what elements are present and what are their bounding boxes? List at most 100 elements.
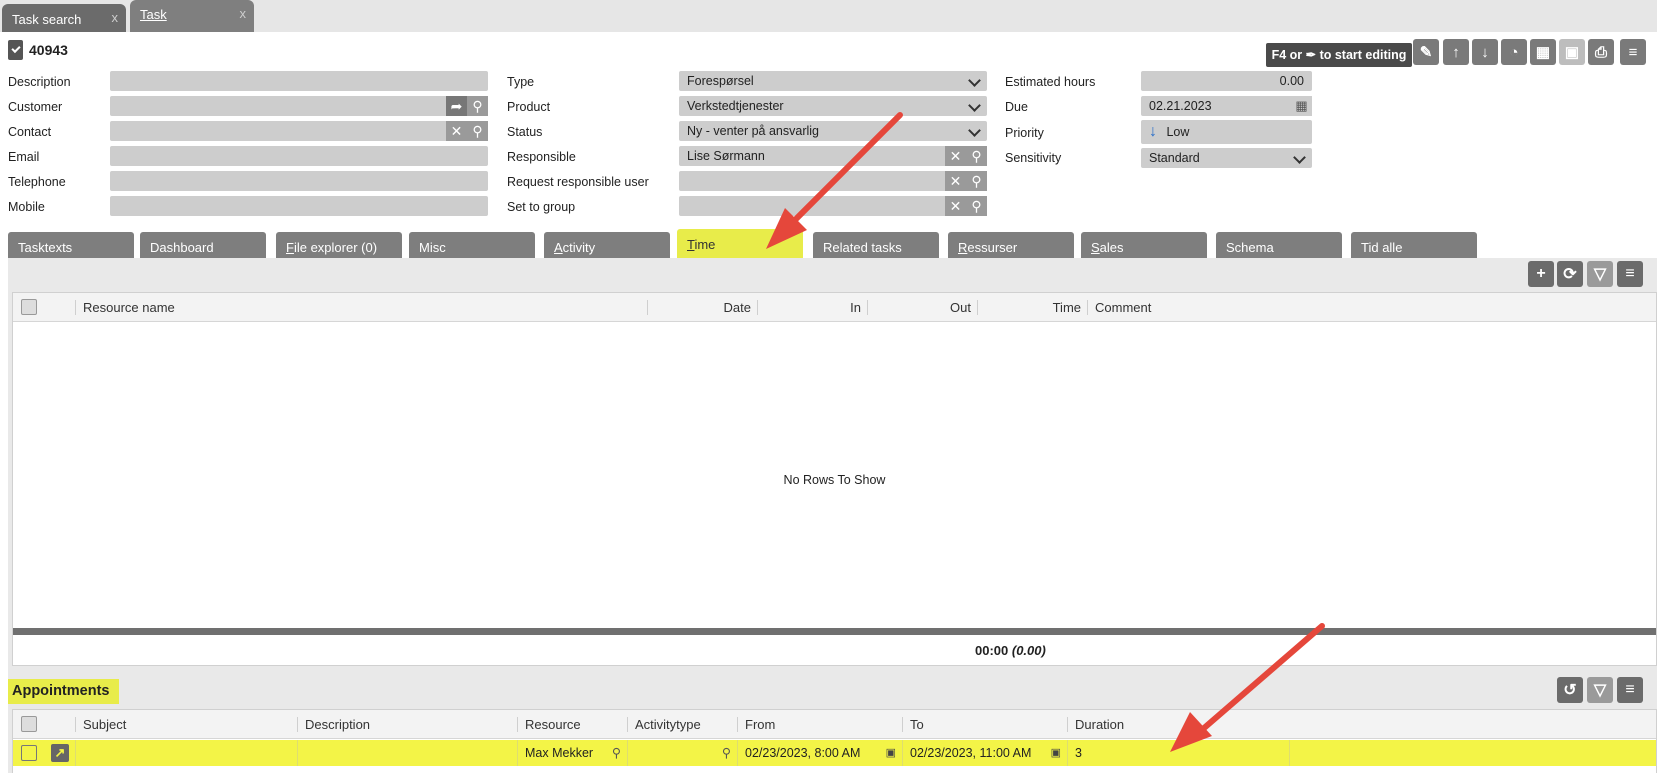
customer-label: Customer [8, 100, 63, 114]
search-icon[interactable]: ⚲ [612, 740, 621, 766]
calendar-icon[interactable]: ▣ [1051, 740, 1061, 766]
customer-field[interactable]: ➦ ⚲ [110, 96, 488, 116]
tab-schema[interactable]: Schema [1216, 232, 1342, 258]
column-separator [737, 740, 738, 766]
calendar-icon[interactable]: ▣ [886, 740, 896, 766]
column-header-out[interactable]: Out [869, 293, 977, 322]
column-header-resource[interactable]: Resource [519, 710, 627, 739]
contact-label: Contact [8, 125, 52, 139]
tab-dashboard[interactable]: Dashboard [140, 232, 266, 258]
priority-field[interactable]: ↓ Low [1141, 120, 1312, 144]
save-icon[interactable]: ▣ [1559, 39, 1585, 65]
contact-field[interactable]: ✕ ⚲ [110, 121, 488, 141]
email-field[interactable] [110, 146, 488, 166]
tab-label: Tasktexts [18, 240, 73, 255]
tab-label: ime [694, 237, 716, 252]
search-icon[interactable]: ⚲ [467, 96, 488, 116]
tab-label: Dashboard [150, 240, 214, 255]
calendar-icon[interactable]: ▦ [1291, 96, 1312, 116]
open-link-icon[interactable]: ➦ [446, 96, 467, 116]
cell-from[interactable]: 02/23/2023, 8:00 AM ▣ [739, 740, 902, 766]
close-icon[interactable]: x [240, 6, 247, 21]
request-responsible-field[interactable]: ✕ ⚲ [679, 171, 987, 191]
cell-activitytype[interactable]: ⚲ [629, 740, 737, 766]
column-header-time[interactable]: Time [979, 293, 1087, 322]
edit-icon[interactable]: ✎ [1413, 39, 1439, 65]
column-header-comment[interactable]: Comment [1089, 293, 1289, 322]
window-tab-task-search[interactable]: Task search x [2, 4, 126, 32]
select-all-checkbox[interactable] [21, 716, 37, 732]
tab-related-tasks[interactable]: Related tasks [813, 232, 939, 258]
clear-icon[interactable]: ✕ [945, 171, 966, 191]
product-select[interactable]: Verkstedtjenester [679, 96, 987, 116]
menu-icon[interactable]: ≡ [1617, 261, 1643, 287]
open-row-icon[interactable]: ↗ [51, 744, 69, 762]
arrow-down-icon[interactable]: ↓ [1472, 39, 1498, 65]
task-header: 40943 [8, 40, 68, 60]
due-field[interactable]: 02.21.2023 ▦ [1141, 96, 1312, 116]
print-icon[interactable]: ⎙ [1588, 39, 1614, 65]
column-header-to[interactable]: To [904, 710, 1067, 739]
column-separator [297, 717, 298, 732]
set-to-group-field[interactable]: ✕ ⚲ [679, 196, 987, 216]
tab-tid-alle[interactable]: Tid alle [1351, 232, 1477, 258]
clear-icon[interactable]: ✕ [945, 146, 966, 166]
search-icon[interactable]: ⚲ [966, 146, 987, 166]
menu-icon[interactable]: ≡ [1620, 39, 1646, 65]
search-icon[interactable]: ⚲ [467, 121, 488, 141]
refresh-icon[interactable]: ⟳ [1557, 261, 1583, 287]
column-separator [737, 717, 738, 732]
column-header-description[interactable]: Description [299, 710, 517, 739]
add-icon[interactable]: + [1528, 261, 1554, 287]
row-checkbox[interactable] [21, 745, 37, 761]
column-separator [75, 300, 76, 315]
column-header-resource-name[interactable]: Resource name [77, 293, 647, 322]
table-row[interactable]: ↗ Max Mekker ⚲ ⚲ 02/23/2023, 8:00 AM ▣ 0… [13, 740, 1656, 766]
tab-label: ctivity [562, 240, 596, 255]
type-select[interactable]: Forespørsel [679, 71, 987, 91]
undo-icon[interactable]: ↺ [1557, 677, 1583, 703]
cell-duration[interactable]: 3 [1069, 740, 1289, 766]
sensitivity-select[interactable]: Standard [1141, 148, 1312, 168]
tab-sales[interactable]: Sales [1081, 232, 1207, 258]
clear-icon[interactable]: ✕ [446, 121, 467, 141]
close-icon[interactable]: x [112, 10, 119, 25]
tab-activity[interactable]: Activity [544, 232, 670, 258]
cell-subject[interactable] [77, 740, 297, 766]
clear-icon[interactable]: ✕ [945, 196, 966, 216]
arrow-up-icon[interactable]: ↑ [1443, 39, 1469, 65]
column-header-date[interactable]: Date [649, 293, 757, 322]
tab-file-explorer[interactable]: File explorer (0) [276, 232, 402, 258]
responsible-field[interactable]: Lise Sørmann ✕ ⚲ [679, 146, 987, 166]
responsible-label: Responsible [507, 150, 576, 164]
column-header-activitytype[interactable]: Activitytype [629, 710, 737, 739]
telephone-field[interactable] [110, 171, 488, 191]
filter-icon[interactable]: ▽ [1587, 261, 1613, 287]
horizontal-scrollbar[interactable] [13, 628, 1656, 635]
calendar-add-icon[interactable]: ▦ [1530, 39, 1556, 65]
tab-time[interactable]: Time [677, 229, 803, 258]
search-icon[interactable]: ⚲ [722, 740, 731, 766]
search-icon[interactable]: ⚲ [966, 171, 987, 191]
column-header-in[interactable]: In [759, 293, 867, 322]
filter-icon[interactable]: ▽ [1587, 677, 1613, 703]
description-field[interactable] [110, 71, 488, 91]
cell-resource[interactable]: Max Mekker ⚲ [519, 740, 627, 766]
window-tab-task[interactable]: Task x [130, 0, 254, 32]
estimated-hours-field[interactable]: 0.00 [1141, 71, 1312, 91]
column-header-duration[interactable]: Duration [1069, 710, 1289, 739]
menu-icon[interactable]: ≡ [1617, 677, 1643, 703]
mobile-field[interactable] [110, 196, 488, 216]
search-icon[interactable]: ⚲ [966, 196, 987, 216]
status-select[interactable]: Ny - venter på ansvarlig [679, 121, 987, 141]
column-header-subject[interactable]: Subject [77, 710, 297, 739]
tab-ressurser[interactable]: Ressurser [948, 232, 1074, 258]
column-header-from[interactable]: From [739, 710, 902, 739]
cell-to[interactable]: 02/23/2023, 11:00 AM ▣ [904, 740, 1067, 766]
stopwatch-icon[interactable]: ◔ [1501, 39, 1527, 65]
select-all-checkbox[interactable] [21, 299, 37, 315]
tab-tasktexts[interactable]: Tasktexts [8, 232, 134, 258]
cell-description[interactable] [299, 740, 517, 766]
task-window: Task search x Task x 40943 F4 or ✒ to st… [0, 0, 1657, 773]
tab-misc[interactable]: Misc [409, 232, 535, 258]
